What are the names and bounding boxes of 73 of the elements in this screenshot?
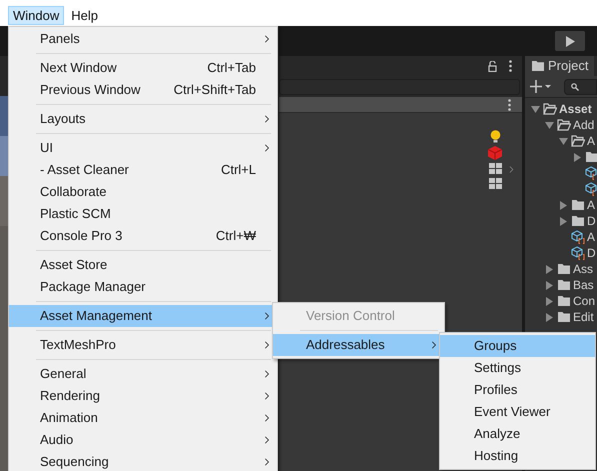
menu-item[interactable]: Rendering <box>9 385 277 407</box>
menu-item[interactable]: Groups <box>440 335 595 357</box>
menu-item[interactable]: UI <box>9 137 277 159</box>
expanded-arrow-icon[interactable] <box>544 120 554 130</box>
collapsed-arrow-icon[interactable] <box>544 296 554 306</box>
play-button[interactable] <box>555 31 585 51</box>
menu-item[interactable]: Event Viewer <box>440 401 595 423</box>
menu-item[interactable]: Layouts <box>9 108 277 130</box>
menu-item[interactable]: Profiles <box>440 379 595 401</box>
menu-item[interactable]: - Asset Cleaner Ctrl+L <box>9 159 277 181</box>
folder-icon <box>571 215 585 227</box>
menu-item[interactable]: Package Manager <box>9 276 277 298</box>
tree-item-label[interactable]: A <box>587 196 596 214</box>
cube-icon <box>571 246 585 260</box>
lightbulb-icon[interactable] <box>490 130 500 143</box>
menu-item[interactable]: General <box>9 363 277 385</box>
open-folder-icon <box>543 103 557 115</box>
menu-item[interactable]: Audio <box>9 429 277 451</box>
collapsed-arrow-icon[interactable] <box>558 200 568 210</box>
menu-item[interactable]: Panels <box>9 28 277 50</box>
cube-icon <box>585 166 597 180</box>
expanded-arrow-icon[interactable] <box>530 104 540 114</box>
play-icon <box>566 36 574 46</box>
open-folder-icon <box>571 135 585 147</box>
open-folder-icon <box>557 119 571 131</box>
folder-icon <box>557 295 571 307</box>
menu-item[interactable]: Plastic SCM <box>9 203 277 225</box>
menu-item[interactable]: Analyze <box>440 423 595 445</box>
tree-item-label[interactable]: Con <box>573 292 596 310</box>
folder-icon <box>571 199 585 211</box>
add-icon[interactable] <box>530 80 551 93</box>
tree-item-label[interactable]: Add <box>573 116 594 134</box>
collapsed-arrow-icon[interactable] <box>558 216 568 226</box>
tree-item-label[interactable]: D <box>587 212 596 230</box>
search-icon <box>571 82 579 90</box>
menu-item[interactable]: Animation <box>9 407 277 429</box>
cube-icon <box>585 182 597 196</box>
more-options-icon[interactable] <box>509 60 512 72</box>
menu-item[interactable]: Collaborate <box>9 181 277 203</box>
collapsed-arrow-icon[interactable] <box>544 280 554 290</box>
search-field[interactable] <box>564 78 597 94</box>
menu-item[interactable]: Previous Window Ctrl+Shift+Tab <box>9 79 277 101</box>
tree-item-label[interactable]: Ass <box>573 260 594 278</box>
tree-item-label[interactable]: Bas <box>573 276 594 294</box>
menu-bar-item[interactable]: Window <box>8 6 64 25</box>
lock-icon[interactable] <box>488 60 497 72</box>
menu-item[interactable]: Next Window Ctrl+Tab <box>9 57 277 79</box>
grid-icon[interactable] <box>488 163 502 175</box>
expanded-arrow-icon[interactable] <box>558 136 568 146</box>
tree-item-label[interactable]: A <box>587 228 596 246</box>
menu-bar-item[interactable]: Help <box>66 6 103 25</box>
menu-item[interactable]: Settings <box>440 357 595 379</box>
folder-icon <box>557 279 571 291</box>
menu-item[interactable]: Sequencing <box>9 451 277 471</box>
more-options-icon[interactable] <box>508 98 511 110</box>
menu-item[interactable]: Asset Store <box>9 254 277 276</box>
menu-item[interactable]: Console Pro 3 Ctrl+₩ <box>9 225 277 247</box>
folder-icon <box>585 151 597 163</box>
tree-item-label[interactable]: D <box>587 244 596 262</box>
folder-icon <box>532 61 544 71</box>
search-field[interactable] <box>279 78 520 94</box>
grid-icon[interactable] <box>488 178 502 190</box>
tree-item-label[interactable]: Edit <box>573 308 594 325</box>
cube-icon <box>571 230 585 244</box>
collapsed-arrow-icon[interactable] <box>572 152 582 162</box>
tree-item-label[interactable]: A <box>587 132 596 150</box>
project-tab[interactable]: Project <box>525 56 594 76</box>
folder-icon <box>557 311 571 323</box>
collapsed-arrow-icon[interactable] <box>544 264 554 274</box>
tree-item-label[interactable]: Asset <box>559 100 592 118</box>
collapsed-arrow-icon[interactable] <box>544 312 554 322</box>
folder-icon <box>557 263 571 275</box>
menu-item[interactable]: Hosting <box>440 445 595 467</box>
